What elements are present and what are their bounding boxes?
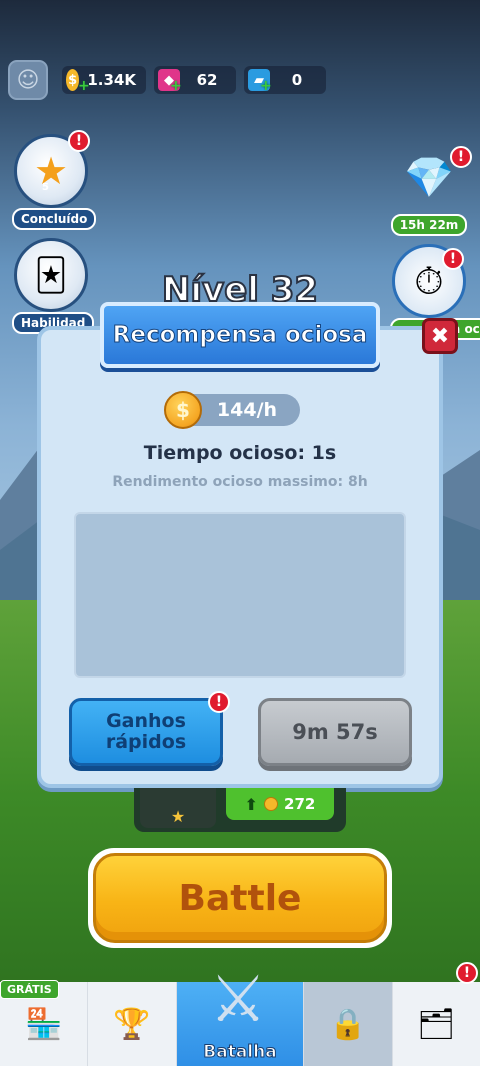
- achievements-label: Concluído: [12, 208, 97, 230]
- skill-cards-icon: 🃏: [14, 238, 88, 312]
- avatar[interactable]: ☺: [8, 60, 48, 100]
- alert-badge: !: [68, 130, 90, 152]
- claim-timer-button[interactable]: 9m 57s: [258, 698, 412, 766]
- trophy-icon: 🏆: [113, 1006, 151, 1042]
- nav-locked[interactable]: 🔒: [304, 982, 393, 1066]
- hero-slot[interactable]: ★: [140, 788, 216, 828]
- battle-label: Battle: [93, 853, 387, 943]
- gems-value: 62: [196, 71, 218, 89]
- skills-button[interactable]: 🃏 Habilidad: [12, 238, 95, 334]
- plus-icon: +: [78, 78, 90, 94]
- alert-badge: !: [442, 248, 464, 270]
- star-icon: ★: [170, 807, 186, 826]
- nav-cards[interactable]: 🗂: [393, 982, 480, 1066]
- plus-icon: +: [170, 78, 182, 94]
- achievements-count: 5: [42, 182, 49, 193]
- idle-time-text: Tiempo ocioso: 1s: [143, 442, 337, 464]
- free-tag: GRÁTIS: [0, 980, 59, 999]
- upgrade-button[interactable]: ⬆ 272: [226, 788, 334, 820]
- shop-offer-button[interactable]: 💎 15h 22m !: [390, 140, 472, 236]
- alert-badge: !: [208, 691, 230, 713]
- gems-counter[interactable]: ◆ + 62: [154, 66, 236, 94]
- nav-trophy[interactable]: 🏆: [88, 982, 177, 1066]
- lock-icon: 🔒: [329, 1006, 367, 1042]
- alert-badge: !: [456, 962, 478, 984]
- arrow-up-icon: ⬆: [244, 794, 259, 814]
- cards-icon: 🗂: [417, 1006, 456, 1042]
- tickets-value: 0: [291, 71, 303, 89]
- alert-badge: !: [450, 146, 472, 168]
- achievements-button[interactable]: ★ Concluído ! 5: [12, 130, 97, 230]
- claim-timer-label: 9m 57s: [292, 719, 378, 744]
- nav-battle-label: Batalha: [203, 1042, 277, 1063]
- tickets-counter[interactable]: ▰ + 0: [244, 66, 326, 94]
- quick-gains-button[interactable]: Ganhos rápidos: [69, 698, 223, 766]
- offer-timer-label: 15h 22m: [390, 214, 468, 236]
- quick-gains-label: Ganhos rápidos: [105, 710, 187, 753]
- upgrade-cost: 272: [284, 795, 316, 813]
- coin-icon: [264, 797, 279, 811]
- coins-value: 1.34K: [87, 71, 136, 89]
- close-button[interactable]: ✖: [422, 318, 458, 354]
- coins-counter[interactable]: $ + 1.34K: [62, 66, 146, 94]
- plus-icon: +: [260, 78, 272, 94]
- max-idle-text: Rendimento ocioso massimo: 8h: [112, 474, 368, 490]
- shop-icon: 🏪: [24, 1006, 63, 1042]
- battle-button[interactable]: Battle: [88, 848, 392, 948]
- dialog-title: Recompensa ociosa: [100, 302, 380, 368]
- coin-icon: $: [164, 391, 202, 429]
- reward-items-area: [74, 512, 406, 678]
- top-bar: ☺ $ + 1.34K ◆ + 62 ▰ + 0: [8, 60, 326, 100]
- crossed-swords-icon: ⚔: [209, 963, 267, 1037]
